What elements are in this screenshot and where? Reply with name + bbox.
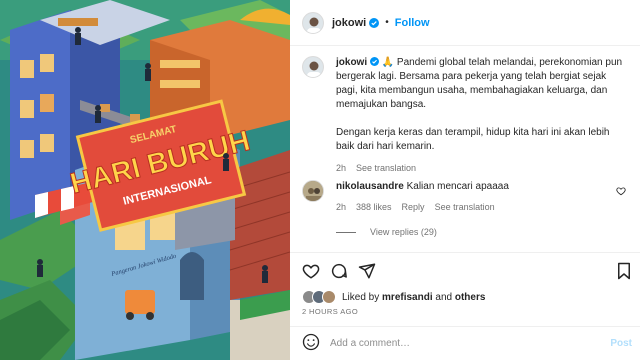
caption-username[interactable]: jokowi: [336, 57, 367, 68]
follow-button[interactable]: Follow: [395, 17, 430, 29]
comment-text: Kalian mencari apaaaa: [406, 181, 509, 192]
view-replies-button[interactable]: View replies (29): [336, 227, 437, 237]
liked-by-prefix: Liked by: [342, 291, 380, 303]
caption-text-2: Dengan kerja keras dan terampil, hidup k…: [336, 127, 610, 152]
heart-icon[interactable]: [302, 262, 320, 283]
add-comment-bar: Post: [290, 326, 640, 360]
comments-section[interactable]: jokowi 🙏 Pandemi global telah melandai, …: [290, 46, 640, 252]
liker-avatar: [322, 290, 336, 304]
replies-divider: [336, 231, 356, 233]
liked-by: Liked by mrefisandi and others: [302, 290, 485, 304]
smiley-icon[interactable]: [302, 333, 320, 354]
reply-button[interactable]: Reply: [402, 200, 425, 214]
caption-text-1: 🙏 Pandemi global telah melandai, perekon…: [336, 57, 623, 110]
caption-age: 2h: [336, 163, 347, 173]
caption: jokowi 🙏 Pandemi global telah melandai, …: [302, 56, 628, 175]
liked-by-user[interactable]: mrefisandi: [382, 292, 433, 303]
post-header: jokowi • Follow: [290, 0, 640, 46]
header-separator: •: [385, 17, 389, 28]
author-username[interactable]: jokowi: [332, 17, 366, 29]
post-panel: jokowi • Follow jokowi 🙏 Pandemi global …: [290, 0, 640, 360]
caption-avatar[interactable]: [302, 56, 324, 78]
liked-by-and: and: [435, 291, 453, 303]
paper-plane-icon[interactable]: [358, 262, 376, 283]
verified-badge-icon: [369, 57, 379, 66]
comment-likes[interactable]: 388 likes: [356, 200, 392, 214]
commenter-avatar[interactable]: [302, 180, 324, 202]
comment-see-translation[interactable]: See translation: [435, 200, 495, 214]
bookmark-icon[interactable]: [616, 262, 632, 283]
liker-avatars[interactable]: [302, 290, 336, 304]
comment-item: nikolausandre Kalian mencari apaaaa 2h 3…: [302, 180, 628, 214]
comment-age: 2h: [336, 202, 347, 212]
action-bar: [290, 252, 640, 288]
verified-badge-icon: [369, 17, 380, 28]
comment-bubble-icon[interactable]: [330, 262, 348, 283]
see-translation-link[interactable]: See translation: [356, 161, 416, 175]
author-avatar[interactable]: [302, 11, 324, 34]
post-comment-button[interactable]: Post: [610, 338, 632, 349]
post-timestamp[interactable]: 2 HOURS AGO: [302, 307, 358, 316]
view-replies-label: View replies (29): [370, 227, 437, 237]
post-image[interactable]: SELAMAT HARI BURUH INTERNASIONAL Pangera…: [0, 0, 290, 360]
labour-day-illustration: SELAMAT HARI BURUH INTERNASIONAL Pangera…: [0, 0, 290, 360]
liked-by-others[interactable]: others: [455, 292, 486, 303]
comment-input[interactable]: [330, 338, 590, 349]
commenter-username[interactable]: nikolausandre: [336, 181, 404, 192]
comment-like-heart-icon[interactable]: [616, 186, 626, 199]
